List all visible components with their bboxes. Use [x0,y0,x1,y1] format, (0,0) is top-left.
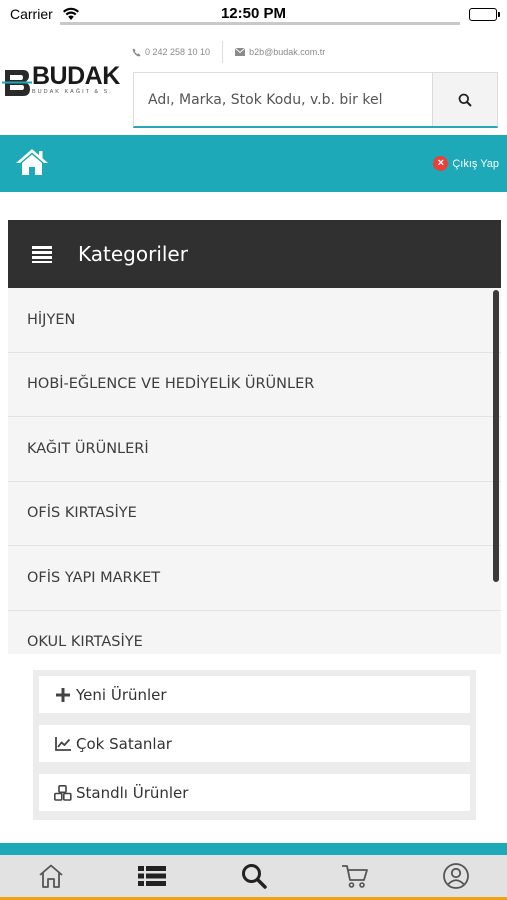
quick-link-label: Yeni Ürünler [76,685,167,704]
tab-search[interactable] [203,855,304,897]
category-header[interactable]: Kategoriler [8,220,501,288]
footer-strip [0,843,507,855]
phone-number: 0 242 258 10 10 [145,47,211,57]
cubes-icon [54,784,72,802]
contact-divider [222,41,224,63]
cropped-header-text [60,20,460,28]
tab-categories[interactable] [101,855,202,897]
category-item-kagit[interactable]: KAĞIT ÜRÜNLERİ [8,417,501,482]
brand-logo[interactable]: BUDAK BUDAK KAĞIT & S. [2,62,130,102]
category-panel: Kategoriler HİJYEN HOBİ-EĞLENCE VE HEDİY… [8,220,501,654]
bestsellers-link[interactable]: Çok Satanlar [39,725,470,762]
home-icon [16,149,48,175]
category-item-okul[interactable]: OKUL KIRTASİYE [8,611,501,655]
search-button[interactable] [432,73,497,126]
email-contact[interactable]: b2b@budak.com.tr [235,47,325,57]
logo-wordmark: BUDAK [32,62,120,90]
quick-link-label: Standlı Ürünler [76,783,189,802]
cart-icon [341,865,368,888]
close-icon: × [433,156,449,171]
home-button[interactable] [14,147,50,181]
logout-label: Çıkış Yap [452,157,499,170]
category-item-hijyen[interactable]: HİJYEN [8,288,501,353]
stand-products-link[interactable]: Standlı Ürünler [39,774,470,811]
contact-info: 0 242 258 10 10 b2b@budak.com.tr [132,41,325,63]
tab-home[interactable] [0,855,101,897]
user-icon [443,863,470,889]
top-nav-bar: × Çıkış Yap [0,135,507,192]
hamburger-menu-icon [32,246,52,263]
quick-links: Yeni Ürünler Çok Satanlar Standlı Ürünle… [33,670,476,820]
new-products-link[interactable]: Yeni Ürünler [39,676,470,713]
phone-contact[interactable]: 0 242 258 10 10 [132,47,210,57]
home-icon [39,864,63,888]
tab-cart[interactable] [304,855,405,897]
category-title: Kategoriler [78,242,188,266]
logo-mark-icon [2,70,32,96]
plus-icon [54,686,72,704]
tab-account[interactable] [406,855,507,897]
envelope-icon [235,48,246,56]
line-chart-icon [54,735,72,753]
search-icon [458,93,472,107]
category-item-ofis-yapi[interactable]: OFİS YAPI MARKET [8,546,501,611]
email-address: b2b@budak.com.tr [249,47,326,57]
category-scrollbar[interactable] [493,290,499,582]
bottom-tab-bar [0,855,507,900]
quick-link-label: Çok Satanlar [76,734,172,753]
logo-subtitle: BUDAK KAĞIT & S. [32,89,113,95]
list-icon [138,866,167,886]
category-item-hobi[interactable]: HOBİ-EĞLENCE VE HEDİYELİK ÜRÜNLER [8,353,501,417]
category-item-ofis-kirtasiye[interactable]: OFİS KIRTASİYE [8,482,501,546]
battery-icon [469,8,500,21]
search-bar [133,72,498,128]
search-input[interactable] [134,73,432,126]
phone-icon [132,47,141,57]
logout-button[interactable]: × Çıkış Yap [433,156,499,171]
search-icon [241,864,267,889]
